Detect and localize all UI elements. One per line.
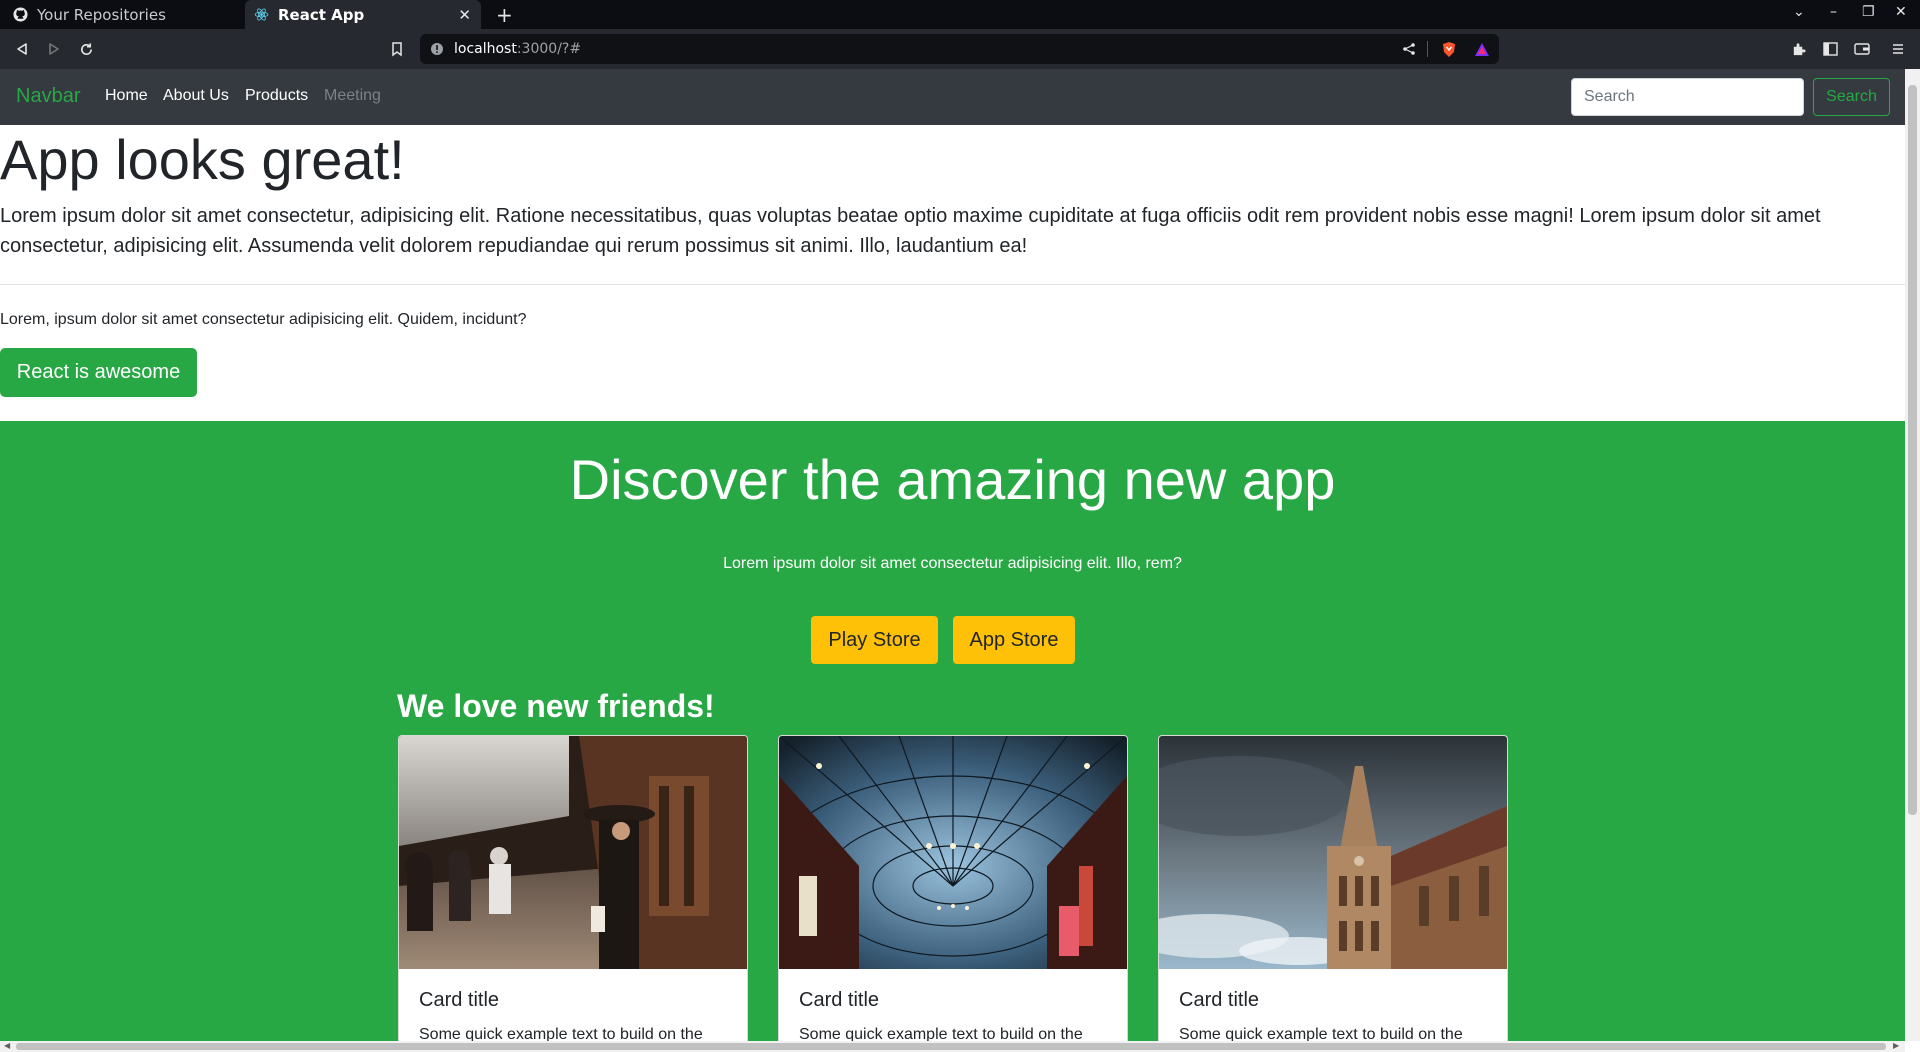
react-icon [253, 7, 269, 23]
card-title: Card title [1179, 989, 1260, 1011]
app-store-button[interactable]: App Store [953, 616, 1075, 664]
promo-subtitle: Lorem ipsum dolor sit amet consectetur a… [723, 555, 1182, 572]
site-navbar: Navbar Home About Us Products Meeting Se… [0, 69, 1905, 125]
url-rest: :3000/?# [516, 41, 582, 57]
minimize-icon[interactable]: – [1830, 4, 1837, 20]
react-is-awesome-button[interactable]: React is awesome [0, 348, 197, 397]
tab-your-repositories[interactable]: Your Repositories [0, 0, 243, 29]
horizontal-scrollbar[interactable]: ◀ ▶ [0, 1041, 1905, 1052]
search-button[interactable]: Search [1813, 78, 1890, 116]
card-title: Card title [419, 989, 500, 1011]
card-title: Card title [799, 989, 880, 1011]
nav-link-home[interactable]: Home [105, 87, 148, 105]
menu-icon[interactable] [1887, 38, 1909, 60]
navbar-brand[interactable]: Navbar [16, 85, 80, 108]
nav-link-meeting: Meeting [324, 87, 381, 104]
url-text: localhost:3000/?# [454, 41, 581, 57]
address-divider [1427, 41, 1428, 57]
scroll-right-arrow-icon[interactable]: ▶ [1893, 1041, 1899, 1050]
tab-label: Your Repositories [37, 5, 166, 24]
github-icon [12, 7, 28, 23]
address-bar[interactable]: localhost:3000/?# [420, 34, 1499, 64]
tab-label: React App [278, 5, 365, 24]
sidebar-icon[interactable] [1819, 38, 1841, 60]
tab-search-chevron-icon[interactable]: ⌄ [1793, 4, 1805, 20]
promo-title: Discover the amazing new app [569, 448, 1336, 511]
browser-tab-bar: Your Repositories React App ✕ + ⌄ – ❐ ✕ [0, 0, 1920, 29]
hero-small-text: Lorem, ipsum dolor sit amet consectetur … [0, 311, 527, 328]
share-icon[interactable] [1398, 38, 1420, 60]
bookmark-icon[interactable] [386, 38, 408, 60]
tab-react-app[interactable]: React App ✕ [245, 0, 481, 29]
close-window-icon[interactable]: ✕ [1895, 4, 1907, 20]
nav-link-about-us[interactable]: About Us [163, 87, 229, 105]
search-input[interactable] [1571, 78, 1804, 116]
vertical-scrollbar[interactable] [1905, 69, 1920, 1041]
wallet-icon[interactable] [1851, 38, 1873, 60]
restore-icon[interactable]: ❐ [1862, 4, 1875, 20]
reload-icon[interactable] [75, 38, 97, 60]
card-2: Card title Some quick example text to bu… [778, 735, 1128, 1052]
forward-icon[interactable] [43, 38, 65, 60]
back-icon[interactable] [11, 38, 33, 60]
play-store-button[interactable]: Play Store [811, 616, 938, 664]
friends-heading: We love new friends! [397, 688, 715, 724]
url-host: localhost [454, 41, 517, 57]
close-tab-icon[interactable]: ✕ [458, 6, 471, 24]
card-1: Card title Some quick example text to bu… [398, 735, 748, 1052]
street-photo [399, 736, 747, 969]
hero-lead-text: Lorem ipsum dolor sit amet consectetur, … [0, 205, 1821, 257]
card-3: Card title Some quick example text to bu… [1158, 735, 1508, 1052]
browser-toolbar: localhost:3000/?# [0, 29, 1920, 69]
extensions-icon[interactable] [1787, 38, 1809, 60]
hero-title: App looks great! [0, 128, 405, 191]
nav-link-products[interactable]: Products [245, 87, 308, 105]
arcade-photo [779, 736, 1127, 969]
horizontal-scroll-thumb[interactable] [16, 1043, 1886, 1050]
cathedral-photo [1159, 736, 1507, 969]
site-info-icon[interactable] [426, 38, 448, 60]
divider [0, 284, 1905, 285]
brave-shields-icon[interactable] [1438, 38, 1460, 60]
vertical-scroll-thumb[interactable] [1908, 85, 1917, 815]
scroll-left-arrow-icon[interactable]: ◀ [4, 1041, 10, 1050]
brave-rewards-icon[interactable] [1471, 38, 1493, 60]
new-tab-icon[interactable]: + [496, 3, 513, 27]
